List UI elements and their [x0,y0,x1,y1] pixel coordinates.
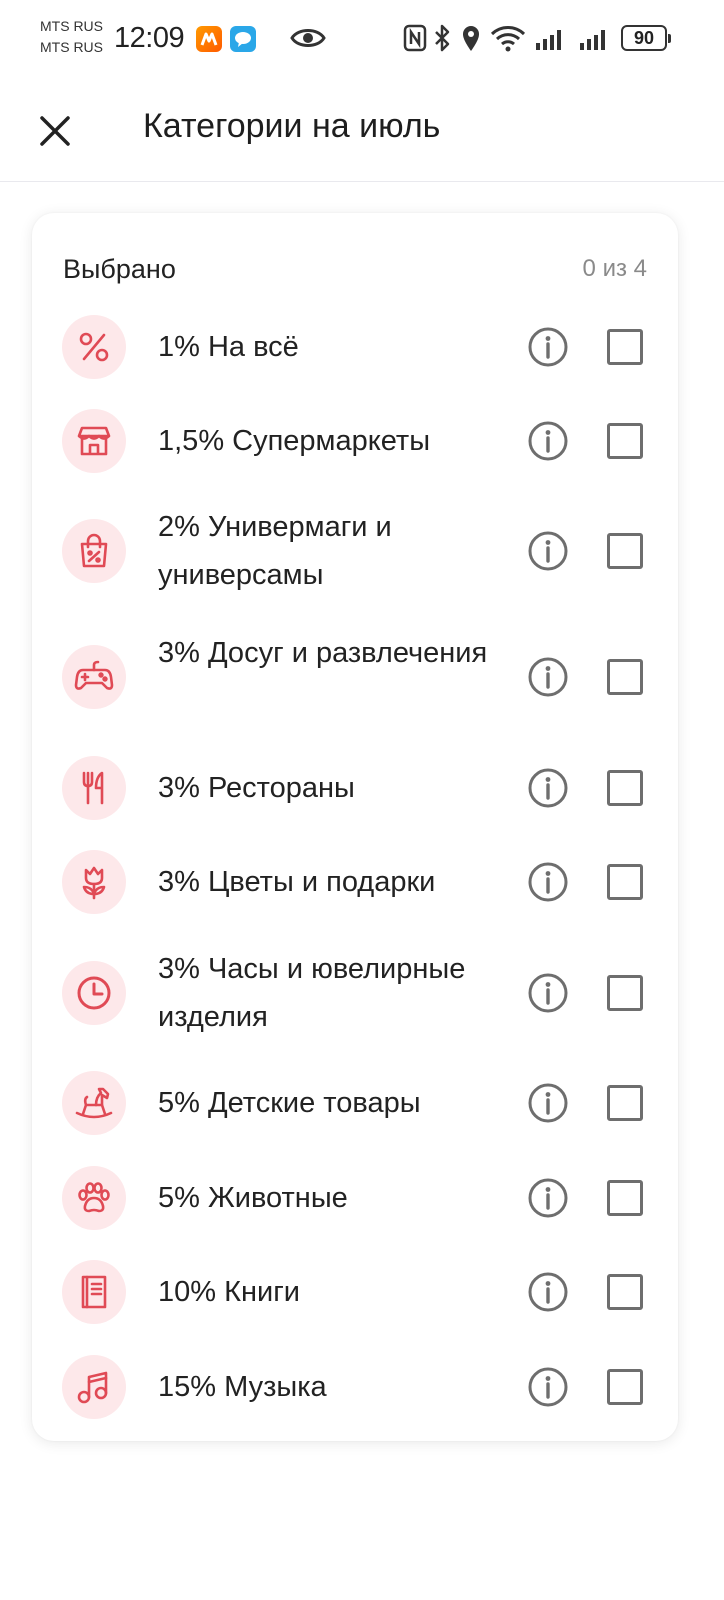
info-button[interactable] [526,1270,570,1314]
info-button[interactable] [526,1176,570,1220]
info-button[interactable] [526,1081,570,1125]
gamepad-icon [62,645,126,709]
info-icon [528,1083,568,1123]
info-button[interactable] [526,325,570,369]
location-icon [463,26,479,51]
category-label: 2% Универмаги и универсамы [158,511,392,591]
category-label: 1,5% Супермаркеты [158,425,431,457]
category-checkbox[interactable] [607,329,643,365]
wifi-icon [490,26,526,52]
category-label: 3% Рестораны [158,772,355,804]
carrier-2: MTS RUS [40,39,103,55]
selected-label: Выбрано [63,254,176,284]
close-icon [40,116,70,146]
category-checkbox[interactable] [607,1274,643,1310]
selection-summary: Выбрано 0 из 4 [63,251,647,287]
info-icon [528,531,568,571]
info-icon [528,1367,568,1407]
rocking-horse-icon [62,1071,126,1135]
flower-icon [62,850,126,914]
status-time: 12:09 [114,22,185,54]
messages-app-icon [230,26,256,52]
category-label: 3% Часы и ювелирные изделия [158,953,466,1033]
eye-icon [290,29,326,47]
info-button[interactable] [526,529,570,573]
signal-icon-1 [536,30,561,50]
info-icon [528,1272,568,1312]
categories-card: Выбрано 0 из 4 1% На всё 1,5% Супермарке… [32,213,678,1441]
category-label: 5% Детские товары [158,1087,421,1119]
status-bar: MTS RUS MTS RUS 12:09 90 [0,0,724,78]
info-icon [528,327,568,367]
signal-icon-2 [580,30,605,50]
category-checkbox[interactable] [607,1369,643,1405]
category-row[interactable]: 3% Рестораны [32,756,678,820]
book-icon [62,1260,126,1324]
carrier-info: MTS RUS MTS RUS [40,16,103,58]
info-button[interactable] [526,655,570,699]
category-checkbox[interactable] [607,864,643,900]
bluetooth-icon [435,24,450,52]
clock-icon [62,961,126,1025]
category-label: 1% На всё [158,331,299,363]
category-checkbox[interactable] [607,659,643,695]
info-button[interactable] [526,860,570,904]
header: Категории на июль [0,78,724,182]
nfc-icon [403,24,427,52]
info-button[interactable] [526,766,570,810]
category-row[interactable]: 3% Часы и ювелирные изделия [32,945,678,1041]
music-note-icon [62,1355,126,1419]
category-row[interactable]: 1% На всё [32,315,678,379]
category-label: 15% Музыка [158,1371,327,1403]
category-label: 5% Животные [158,1182,348,1214]
percent-icon [62,315,126,379]
category-checkbox[interactable] [607,975,643,1011]
category-row[interactable]: 3% Досуг и развлечения [32,629,678,725]
category-row[interactable]: 5% Животные [32,1166,678,1230]
notification-app-icon [196,26,222,52]
category-checkbox[interactable] [607,1085,643,1121]
category-checkbox[interactable] [607,770,643,806]
category-checkbox[interactable] [607,1180,643,1216]
category-row[interactable]: 3% Цветы и подарки [32,850,678,914]
category-row[interactable]: 5% Детские товары [32,1071,678,1135]
battery-indicator: 90 [621,25,671,51]
page-title: Категории на июль [143,107,441,145]
category-row[interactable]: 1,5% Супермаркеты [32,409,678,473]
category-label: 3% Цветы и подарки [158,866,436,898]
info-button[interactable] [526,1365,570,1409]
paw-icon [62,1166,126,1230]
carrier-1: MTS RUS [40,18,103,34]
info-icon [528,657,568,697]
selected-count: 0 из 4 [582,255,647,282]
info-button[interactable] [526,971,570,1015]
info-icon [528,973,568,1013]
category-label: 10% Книги [158,1276,300,1308]
category-checkbox[interactable] [607,423,643,459]
shopping-bag-icon [62,519,126,583]
info-icon [528,768,568,808]
info-icon [528,421,568,461]
category-row[interactable]: 10% Книги [32,1260,678,1324]
store-icon [62,409,126,473]
fork-knife-icon [62,756,126,820]
category-row[interactable]: 15% Музыка [32,1355,678,1419]
category-checkbox[interactable] [607,533,643,569]
info-button[interactable] [526,419,570,463]
close-button[interactable] [30,106,80,156]
info-icon [528,862,568,902]
category-label: 3% Досуг и развлечения [158,637,488,669]
info-icon [528,1178,568,1218]
category-row[interactable]: 2% Универмаги и универсамы [32,503,678,599]
